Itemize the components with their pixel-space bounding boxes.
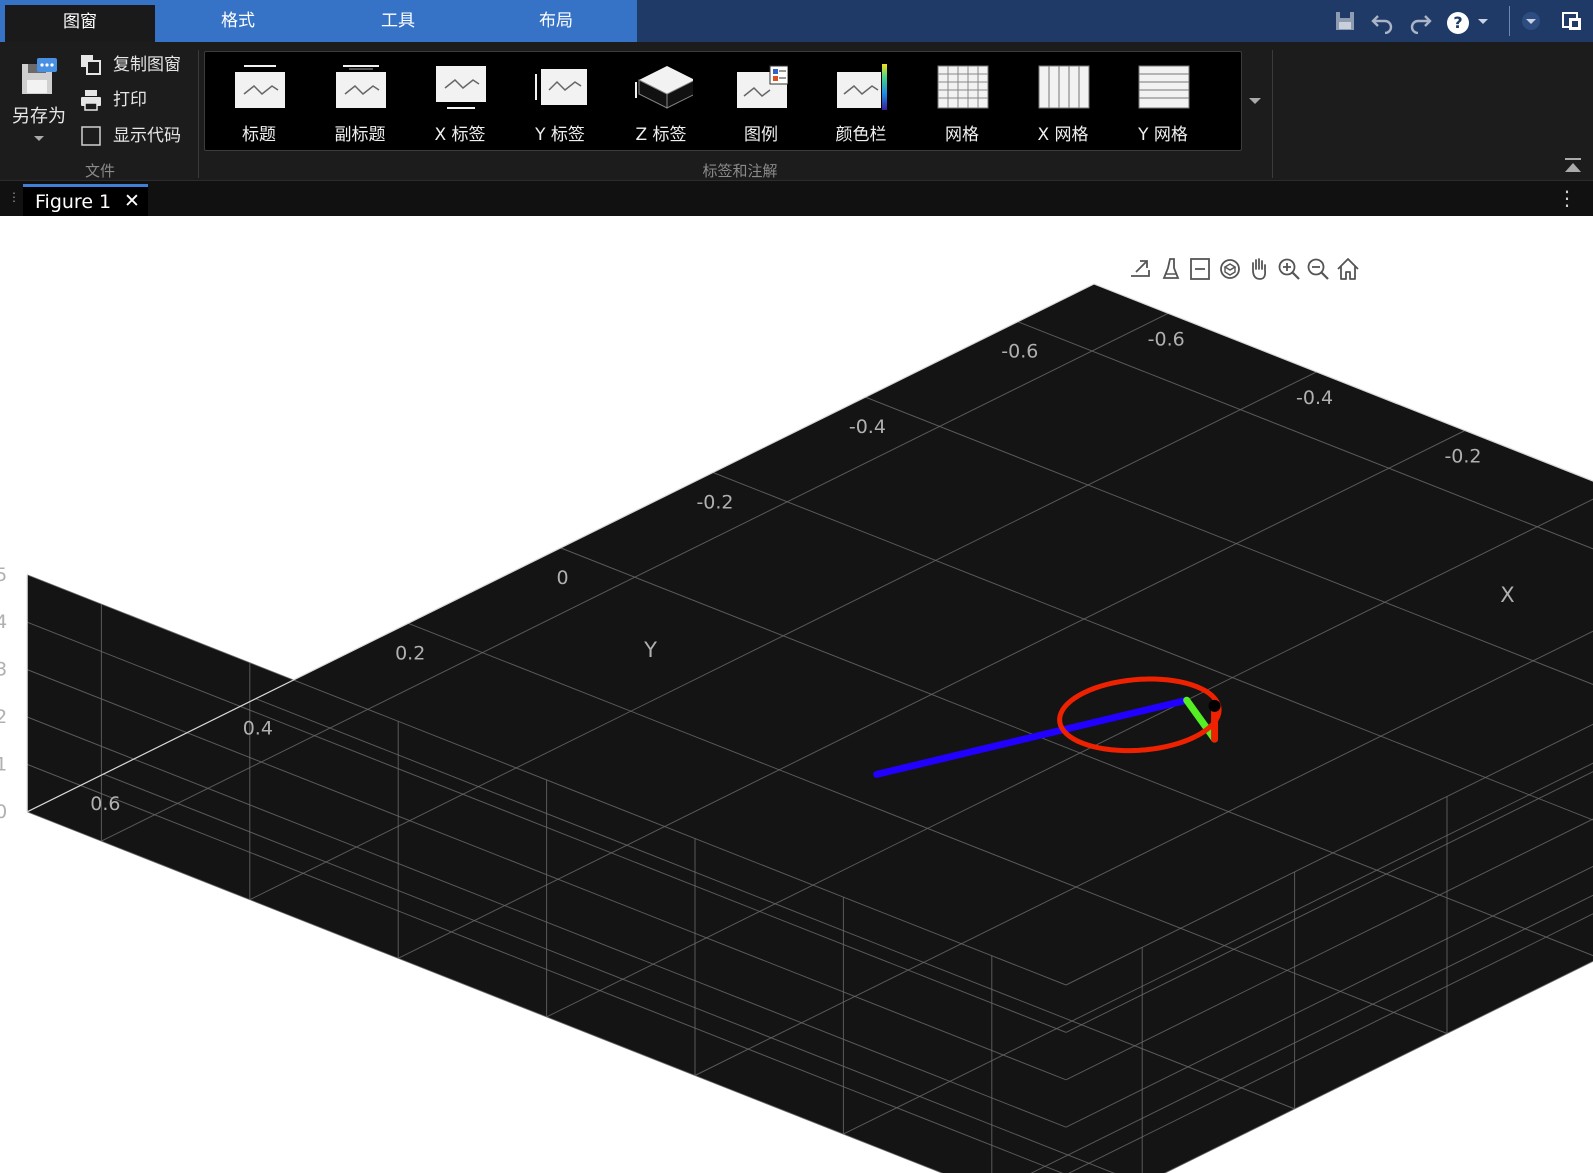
file-group-label: 文件 — [84, 162, 115, 180]
axes-3d[interactable]: -0.6 -0.4 -0.2 0 0.2 0.4 0.6 -0.6 -0.4 -0.2 0 0.2 0.… — [0, 216, 1593, 1173]
gallery-label: 图例 — [744, 125, 778, 145]
save-as-dropdown-icon — [34, 136, 44, 141]
gallery-item-grid[interactable]: 网格 — [912, 52, 1012, 150]
toolbar-divider — [1509, 6, 1510, 36]
gallery-label: X 网格 — [1037, 125, 1089, 145]
gallery-label: Z 标签 — [635, 125, 687, 145]
tab-figure[interactable]: 图窗 — [5, 5, 155, 42]
gallery-expand-icon[interactable] — [1244, 90, 1266, 112]
gallery-label: X 标签 — [434, 125, 486, 145]
gallery-item-zlabel[interactable]: Z 标签 — [611, 52, 711, 150]
zlabel-icon — [635, 66, 693, 109]
gallery-label: Y 标签 — [535, 125, 585, 145]
rotate3d-icon[interactable] — [1217, 256, 1243, 282]
tab-layout[interactable]: 布局 — [481, 0, 631, 42]
tab-tools[interactable]: 工具 — [323, 0, 473, 42]
figure-canvas[interactable]: -0.6 -0.4 -0.2 0 0.2 0.4 0.6 -0.6 -0.4 -0.2 0 0.2 0.… — [0, 216, 1593, 1173]
undo-icon[interactable] — [1370, 8, 1396, 34]
copy-figure-label: 复制图窗 — [113, 55, 181, 75]
gallery-item-colorbar[interactable]: 颜色栏 — [811, 52, 911, 150]
y-axis-label: Y — [643, 638, 657, 662]
xlabel-icon — [436, 66, 486, 109]
help-dropdown-icon[interactable] — [1476, 8, 1490, 34]
home-icon[interactable] — [1335, 256, 1361, 282]
tab-figure-1[interactable]: Figure 1 ✕ — [23, 184, 148, 216]
gallery-item-ylabel[interactable]: Y 标签 — [510, 52, 610, 150]
z-tick-label: 0 — [0, 801, 7, 823]
y-tick-label: 0.6 — [90, 793, 120, 815]
z-tick-label: 0.5 — [0, 564, 7, 586]
x-tick-label: -0.6 — [1148, 328, 1185, 350]
document-tab-bar: ⋮ Figure 1 ✕ ⋮ — [0, 181, 1593, 216]
annotations-gallery: 标题 副标题 X 标签 Y 标签 Z 标签 图例 颜色栏 网格 X 网格 Y 网… — [204, 51, 1242, 151]
print-label: 打印 — [113, 90, 147, 110]
z-tick-label: 0.4 — [0, 611, 7, 633]
redo-icon[interactable] — [1407, 8, 1433, 34]
tab-format[interactable]: 格式 — [163, 0, 313, 42]
figure-tab-title: Figure 1 — [35, 191, 112, 213]
gallery-item-ygrid[interactable]: Y 网格 — [1113, 52, 1213, 150]
pan-icon[interactable] — [1246, 256, 1272, 282]
x-axis-label: X — [1500, 583, 1514, 607]
collapse-ribbon-icon[interactable] — [1562, 156, 1584, 176]
more-options-icon[interactable]: ⋮ — [1557, 186, 1577, 210]
minimize-toolstrip-icon[interactable] — [1520, 8, 1542, 34]
x-tick-label: -0.4 — [1296, 387, 1333, 409]
z-tick-label: 0.1 — [0, 753, 7, 775]
zoom-in-icon[interactable] — [1276, 256, 1302, 282]
zoom-out-icon[interactable] — [1305, 256, 1331, 282]
gallery-label: 网格 — [945, 125, 979, 145]
title-icon — [235, 65, 285, 108]
y-tick-label: -0.6 — [1001, 341, 1038, 363]
show-code-label: 显示代码 — [113, 126, 181, 146]
annotations-group-label: 标签和注解 — [702, 162, 778, 180]
gallery-item-xlabel[interactable]: X 标签 — [410, 52, 510, 150]
xgrid-icon — [1038, 65, 1090, 109]
z-tick-label: 0.2 — [0, 706, 7, 728]
x-tick-label: -0.2 — [1444, 446, 1481, 468]
gallery-label: Y 网格 — [1138, 125, 1188, 145]
checkbox-icon — [81, 126, 101, 146]
undock-icon[interactable] — [1560, 8, 1584, 34]
save-as-button[interactable]: 另存为 — [8, 52, 70, 152]
y-tick-label: 0 — [557, 567, 569, 589]
brush-icon[interactable] — [1158, 256, 1184, 282]
ribbon: 另存为 复制图窗 打印 显示代码 文件 标题 副标题 X 标签 Y 标签 Z 标… — [0, 42, 1593, 181]
gallery-label: 颜色栏 — [835, 125, 887, 145]
gallery-item-xgrid[interactable]: X 网格 — [1013, 52, 1113, 150]
datatip-icon[interactable] — [1187, 256, 1213, 282]
gallery-item-subtitle[interactable]: 副标题 — [310, 52, 410, 150]
help-button[interactable]: ? — [1446, 8, 1470, 34]
grid-icon — [937, 65, 989, 109]
y-tick-label: -0.2 — [696, 492, 733, 514]
end-marker — [1208, 699, 1221, 712]
save-icon[interactable] — [1333, 8, 1357, 34]
gallery-label: 标题 — [242, 125, 276, 145]
drag-handle-icon[interactable]: ⋮ — [8, 190, 20, 204]
close-icon[interactable]: ✕ — [124, 190, 140, 212]
save-as-icon — [22, 58, 57, 94]
group-divider — [198, 50, 199, 178]
colorbar-icon — [837, 64, 887, 110]
export-icon[interactable] — [1128, 256, 1154, 282]
gallery-label: 副标题 — [334, 125, 386, 145]
z-tick-label: 0.3 — [0, 659, 7, 681]
ygrid-icon — [1138, 65, 1190, 109]
gallery-item-title[interactable]: 标题 — [209, 52, 309, 150]
group-divider — [1272, 50, 1273, 178]
subtitle-icon — [336, 65, 386, 108]
ylabel-icon — [535, 69, 587, 105]
print-icon — [81, 90, 101, 111]
help-icon: ? — [1447, 12, 1469, 34]
y-tick-label: 0.4 — [243, 718, 273, 740]
legend-icon — [737, 65, 788, 108]
y-tick-label: -0.4 — [849, 416, 886, 438]
ribbon-tab-bar: 图窗 格式 工具 布局 ? — [0, 0, 1593, 42]
gallery-item-legend[interactable]: 图例 — [711, 52, 811, 150]
save-as-label: 另存为 — [12, 106, 66, 127]
y-tick-label: 0.2 — [395, 642, 425, 664]
copy-icon — [81, 55, 101, 75]
